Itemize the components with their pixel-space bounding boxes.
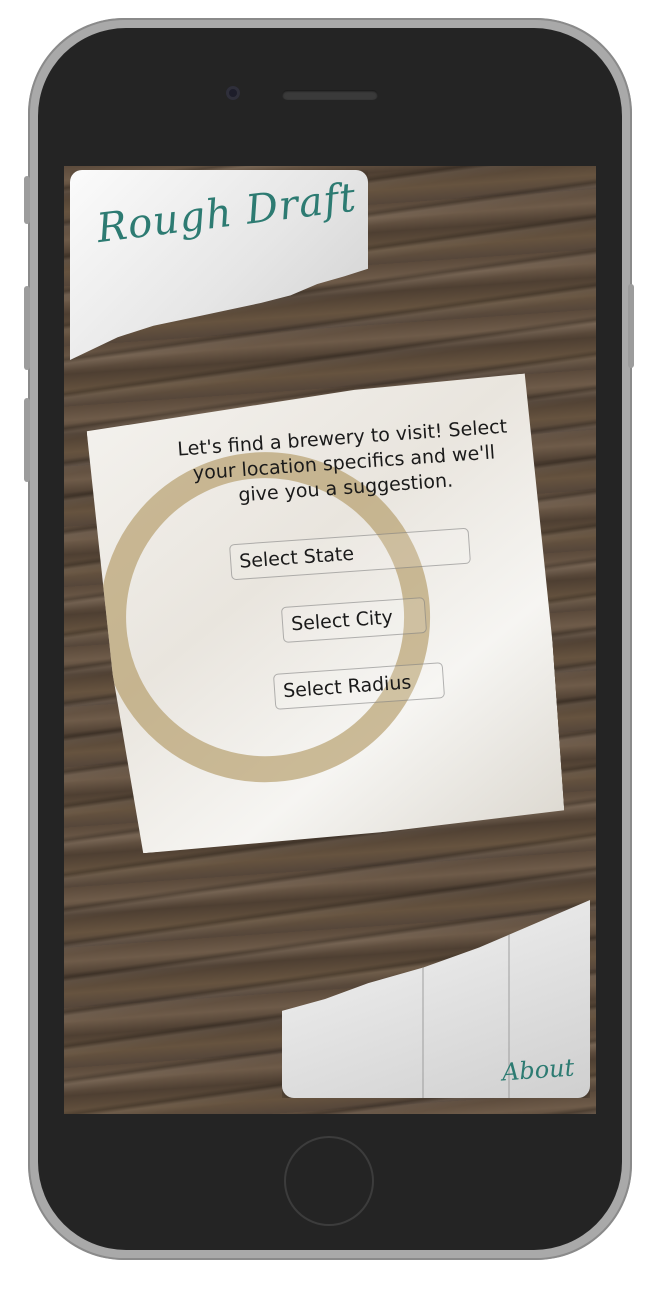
app-title: Rough Draft: [94, 174, 360, 252]
title-card: Rough Draft: [70, 170, 368, 360]
power-button: [628, 284, 634, 368]
volume-down-button: [24, 398, 30, 482]
front-camera-icon: [226, 86, 240, 100]
app-screen: Rough Draft Let's find a brewery to visi…: [64, 166, 596, 1114]
home-button[interactable]: [284, 1136, 374, 1226]
paper-crease: [422, 900, 424, 1098]
earpiece-speaker: [282, 90, 378, 100]
about-link[interactable]: About: [501, 1054, 575, 1087]
volume-up-button: [24, 286, 30, 370]
mute-switch: [24, 176, 30, 224]
about-card[interactable]: About: [282, 900, 590, 1098]
